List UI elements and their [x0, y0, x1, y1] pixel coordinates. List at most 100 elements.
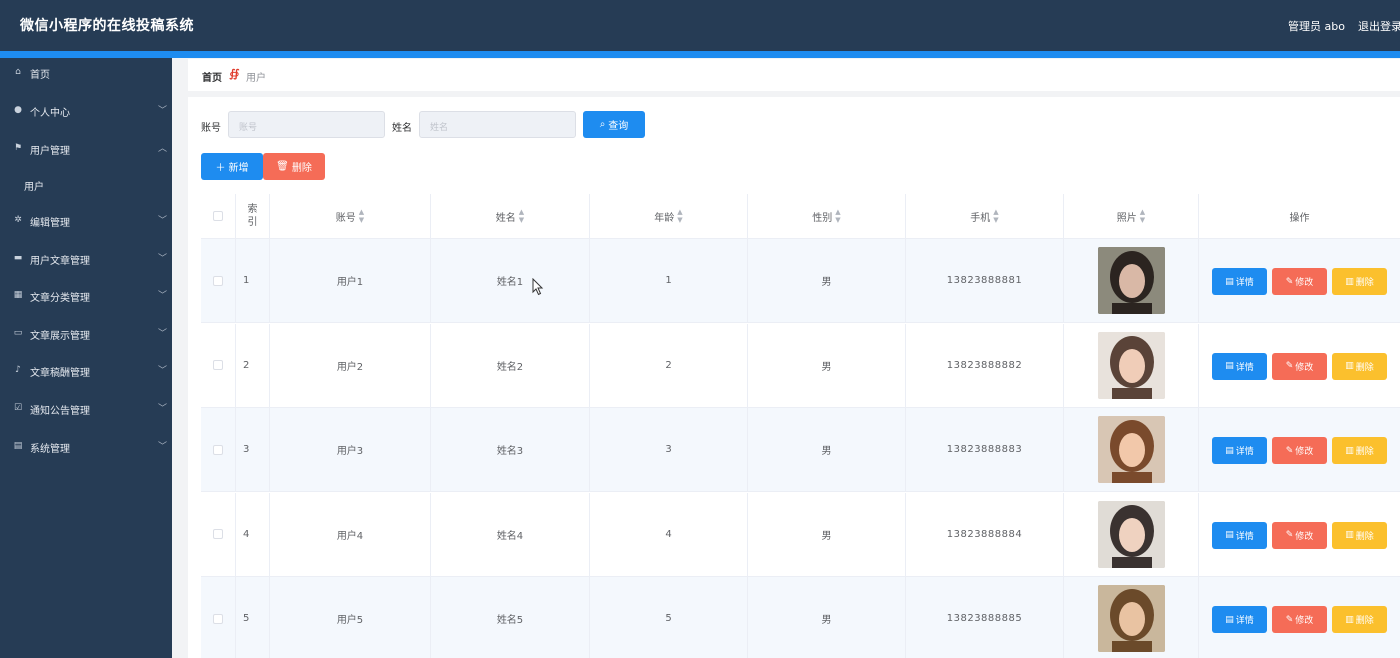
- delete-button[interactable]: ▥ 删除: [1332, 521, 1387, 549]
- microphone-icon: ♪: [15, 365, 21, 375]
- user-photo[interactable]: [1097, 247, 1165, 314]
- column-header-age[interactable]: 年龄 ▲ ▼: [590, 194, 748, 238]
- row-checkbox[interactable]: [213, 275, 223, 286]
- column-header-name[interactable]: 姓名 ▲ ▼: [431, 194, 590, 238]
- logout-link[interactable]: 退出登录: [1358, 18, 1400, 34]
- delete-button[interactable]: ▥ 删除: [1332, 352, 1387, 380]
- table-row[interactable]: 3 用户3 姓名3 3 男 13823888883 ▤ 详情 ✎ 修改 ▥ 删除: [201, 408, 1400, 492]
- sort-icon[interactable]: ▲ ▼: [993, 208, 998, 224]
- portrait-image: [1097, 331, 1165, 399]
- column-header-actions-label: 操作: [1289, 212, 1310, 224]
- cell-photo: [1064, 408, 1199, 491]
- sidebar-item-3[interactable]: 用户: [0, 170, 172, 200]
- row-checkbox[interactable]: [213, 360, 223, 370]
- detail-button[interactable]: ▤ 详情: [1212, 268, 1267, 295]
- column-header-gender[interactable]: 性别 ▲ ▼: [748, 194, 906, 238]
- trash-icon: ▥: [1345, 445, 1354, 456]
- user-photo[interactable]: [1097, 585, 1165, 652]
- pencil-icon: ✎: [1285, 614, 1294, 625]
- add-button-label: 新增: [228, 163, 249, 174]
- table-row[interactable]: 2 用户2 姓名2 2 男 13823888882 ▤ 详情 ✎ 修改 ▥ 删除: [201, 323, 1400, 408]
- user-photo[interactable]: [1097, 416, 1165, 483]
- sidebar-item-8[interactable]: ♪ 文章稿酬管理 ﹀: [0, 356, 172, 386]
- column-header-name-label: 姓名: [495, 212, 516, 224]
- cell-name: 姓名4: [431, 492, 590, 576]
- table-row[interactable]: 4 用户4 姓名4 4 男 13823888884 ▤ 详情 ✎ 修改 ▥ 删除: [201, 492, 1400, 577]
- column-header-photo[interactable]: 照片 ▲ ▼: [1064, 194, 1199, 238]
- query-button[interactable]: ⌕ 查询: [583, 111, 645, 138]
- detail-button[interactable]: ▤ 详情: [1212, 521, 1267, 549]
- cell-gender: 男: [748, 323, 906, 407]
- delete-button-label: 删除: [1355, 616, 1374, 626]
- column-header-account[interactable]: 账号 ▲ ▼: [270, 194, 431, 238]
- sidebar-item-2[interactable]: ⚑ 用户管理 ︿: [0, 134, 172, 164]
- cell-actions: ▤ 详情 ✎ 修改 ▥ 删除: [1199, 577, 1400, 658]
- edit-button[interactable]: ✎ 修改: [1272, 352, 1327, 380]
- row-checkbox[interactable]: [213, 613, 223, 624]
- edit-button[interactable]: ✎ 修改: [1272, 268, 1327, 295]
- user-photo[interactable]: [1097, 500, 1165, 568]
- sidebar-item-label: 编辑管理: [30, 218, 70, 229]
- sidebar-item-0[interactable]: ⌂ 首页: [0, 58, 172, 88]
- account-search-input[interactable]: 账号: [228, 111, 385, 138]
- cell-photo: [1064, 492, 1199, 576]
- edit-button[interactable]: ✎ 修改: [1272, 437, 1327, 464]
- sidebar-item-1[interactable]: ● 个人中心 ﹀: [0, 96, 172, 126]
- sidebar-item-10[interactable]: ▤ 系统管理 ﹀: [0, 432, 172, 462]
- cell-photo: [1064, 323, 1199, 407]
- checkbox-icon: ☑: [13, 403, 23, 413]
- sort-icon[interactable]: ▲ ▼: [359, 208, 364, 224]
- delete-button[interactable]: ▥ 删除: [1332, 268, 1387, 295]
- detail-button[interactable]: ▤ 详情: [1212, 606, 1267, 633]
- row-checkbox[interactable]: [213, 529, 223, 539]
- row-checkbox[interactable]: [213, 444, 223, 455]
- table-row[interactable]: 1 用户1 姓名1 1 男 13823888881 ▤ 详情 ✎ 修改 ▥ 删除: [201, 239, 1400, 323]
- chevron-down-icon: ﹀: [158, 254, 168, 264]
- sidebar-item-7[interactable]: ▭ 文章展示管理 ﹀: [0, 319, 172, 349]
- sort-icon[interactable]: ▲ ▼: [835, 208, 840, 224]
- detail-button[interactable]: ▤ 详情: [1212, 437, 1267, 464]
- cell-phone: 13823888881: [906, 239, 1064, 322]
- delete-button-label: 删除: [1355, 278, 1374, 288]
- sidebar-item-label: 首页: [30, 70, 50, 81]
- column-header-index[interactable]: 索引: [236, 194, 270, 238]
- select-all-checkbox[interactable]: [213, 211, 223, 221]
- batch-delete-button[interactable]: 🗑 删除: [263, 153, 325, 180]
- query-button-label: 查询: [608, 121, 629, 132]
- breadcrumb-home[interactable]: 首页: [202, 69, 222, 84]
- portrait-image: [1097, 585, 1165, 652]
- edit-button[interactable]: ✎ 修改: [1272, 606, 1327, 633]
- cell-index: 4: [236, 492, 270, 576]
- edit-button[interactable]: ✎ 修改: [1272, 521, 1327, 549]
- cell-account: 用户4: [270, 492, 431, 576]
- delete-button[interactable]: ▥ 删除: [1332, 606, 1387, 633]
- top-header: 微信小程序的在线投稿系统 管理员 abo 退出登录: [0, 0, 1400, 51]
- grid-icon: ▦: [13, 290, 23, 300]
- cell-age: 3: [590, 408, 748, 491]
- sort-icon[interactable]: ▲ ▼: [519, 208, 524, 224]
- sidebar-item-5[interactable]: ▬ 用户文章管理 ﹀: [0, 244, 172, 274]
- ticket-icon: ▭: [13, 328, 23, 338]
- clipboard-icon: ▤: [13, 441, 23, 451]
- delete-button[interactable]: ▥ 删除: [1332, 437, 1387, 464]
- user-photo[interactable]: [1097, 331, 1165, 399]
- sort-icon[interactable]: ▲ ▼: [1140, 208, 1145, 224]
- detail-button-label: 详情: [1235, 447, 1254, 457]
- cell-account: 用户5: [270, 577, 431, 658]
- cell-phone: 13823888883: [906, 408, 1064, 491]
- column-header-phone[interactable]: 手机 ▲ ▼: [906, 194, 1064, 238]
- monitor-icon: ▬: [13, 253, 23, 263]
- detail-button[interactable]: ▤ 详情: [1212, 352, 1267, 380]
- sidebar-item-9[interactable]: ☑ 通知公告管理 ﹀: [0, 394, 172, 424]
- pencil-icon: ✎: [1285, 530, 1294, 540]
- table-row[interactable]: 5 用户5 姓名5 5 男 13823888885 ▤ 详情 ✎ 修改 ▥ 删除: [201, 577, 1400, 658]
- cell-age: 2: [590, 323, 748, 407]
- chevron-down-icon: ﹀: [158, 106, 168, 116]
- sort-icon[interactable]: ▲ ▼: [677, 208, 682, 224]
- trash-icon: ▥: [1345, 361, 1354, 371]
- sidebar-item-6[interactable]: ▦ 文章分类管理 ﹀: [0, 281, 172, 311]
- add-button[interactable]: ＋ 新增: [201, 153, 263, 180]
- sidebar-item-4[interactable]: ✲ 编辑管理 ﹀: [0, 206, 172, 236]
- sidebar-item-label: 个人中心: [30, 108, 70, 119]
- name-search-input[interactable]: 姓名: [419, 111, 576, 138]
